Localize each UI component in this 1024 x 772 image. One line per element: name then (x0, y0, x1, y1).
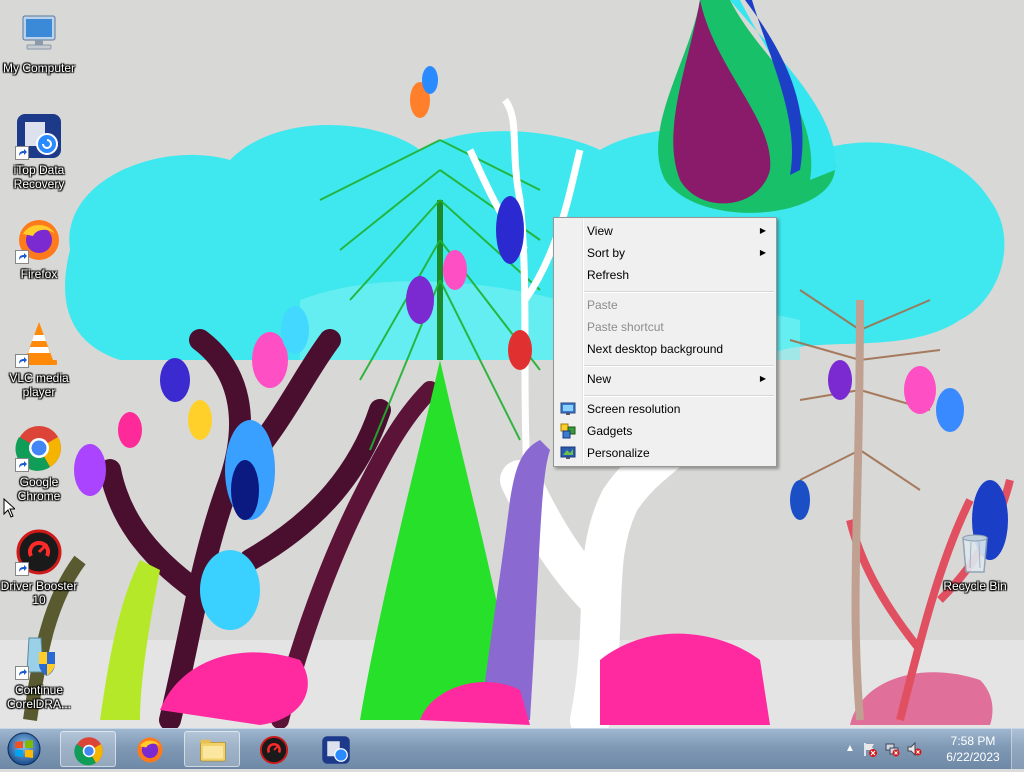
menu-item-label: Screen resolution (587, 402, 681, 416)
chrome-icon (15, 424, 63, 472)
driver-booster-icon (259, 735, 289, 765)
menu-item-label: Personalize (587, 446, 650, 460)
installer-shield-icon (15, 632, 63, 680)
network-disconnected-icon[interactable] (884, 741, 900, 757)
gadgets-icon (560, 423, 576, 439)
shortcut-arrow-icon (15, 666, 29, 680)
desktop-icon-label: Firefox (20, 267, 58, 281)
desktop-icon-itop-data-recovery[interactable]: iTop Data Recovery (0, 112, 78, 191)
personalize-icon (560, 446, 576, 459)
shortcut-arrow-icon (15, 458, 29, 472)
itop-data-recovery-icon (322, 736, 350, 764)
computer-icon (15, 10, 63, 58)
menu-separator (584, 395, 774, 397)
menu-item-paste[interactable]: Paste (556, 294, 774, 316)
desktop-icon-continue-coreldraw[interactable]: Continue CorelDRA... (0, 632, 78, 711)
taskbar: ▲ 7:58 PM 6/22/2023 (0, 728, 1024, 769)
menu-item-refresh[interactable]: Refresh (556, 264, 774, 286)
driver-booster-icon (15, 528, 63, 576)
windows-logo-icon (7, 732, 41, 766)
taskbar-file-explorer[interactable] (184, 731, 240, 767)
mouse-cursor-icon (3, 498, 15, 518)
clock-date: 6/22/2023 (946, 750, 1000, 764)
taskbar-clock[interactable]: 7:58 PM 6/22/2023 (938, 733, 1008, 765)
start-button[interactable] (4, 731, 44, 767)
menu-item-label: Paste shortcut (587, 320, 664, 334)
recycle-bin-icon (951, 528, 999, 576)
desktop-icon-vlc[interactable]: VLC media player (0, 320, 78, 399)
clock-time: 7:58 PM (950, 734, 996, 748)
desktop-icon-label: My Computer (2, 61, 76, 75)
vlc-cone-icon (15, 320, 63, 368)
menu-item-label: Next desktop background (587, 342, 724, 356)
menu-separator (584, 291, 774, 293)
volume-muted-icon[interactable] (906, 741, 922, 757)
desktop-icon-recycle-bin[interactable]: Recycle Bin (936, 528, 1014, 593)
menu-item-sort-by[interactable]: Sort by ▶ (556, 242, 774, 264)
menu-item-label: Refresh (587, 268, 630, 282)
chrome-icon (74, 737, 103, 766)
desktop-icon-driver-booster[interactable]: Driver Booster 10 (0, 528, 78, 607)
taskbar-itop-data-recovery[interactable] (308, 731, 364, 767)
shortcut-arrow-icon (15, 146, 29, 160)
action-center-flag-icon[interactable] (862, 741, 878, 757)
firefox-icon (15, 216, 63, 264)
menu-item-screen-resolution[interactable]: Screen resolution (556, 398, 774, 420)
menu-item-personalize[interactable]: Personalize (556, 442, 774, 464)
menu-item-paste-shortcut[interactable]: Paste shortcut (556, 316, 774, 338)
submenu-arrow-icon: ▶ (759, 226, 766, 235)
shortcut-arrow-icon (15, 562, 29, 576)
menu-item-gadgets[interactable]: Gadgets (556, 420, 774, 442)
file-explorer-icon (200, 739, 226, 762)
desktop-context-menu: View ▶ Sort by ▶ Refresh Paste Paste sho… (553, 217, 777, 467)
desktop-icon-label: iTop Data Recovery (13, 163, 65, 191)
desktop-icon-google-chrome[interactable]: Google Chrome (0, 424, 78, 503)
menu-item-label: View (587, 224, 613, 238)
menu-item-new[interactable]: New ▶ (556, 368, 774, 390)
menu-separator (584, 365, 774, 367)
menu-item-label: New (587, 372, 612, 386)
taskbar-firefox[interactable] (122, 731, 178, 767)
taskbar-driver-booster[interactable] (246, 731, 302, 767)
desktop-icon-label: VLC media player (9, 371, 69, 399)
desktop-icon-label: Continue CorelDRA... (6, 683, 71, 711)
desktop-icon-firefox[interactable]: Firefox (0, 216, 78, 281)
monitor-icon (560, 402, 576, 415)
taskbar-chrome[interactable] (60, 731, 116, 767)
shortcut-arrow-icon (15, 250, 29, 264)
menu-item-next-desktop-background[interactable]: Next desktop background (556, 338, 774, 360)
show-hidden-icons-chevron-icon[interactable]: ▲ (842, 741, 858, 757)
desktop-icon-label: Driver Booster 10 (0, 579, 78, 607)
menu-item-label: Paste (587, 298, 618, 312)
menu-item-label: Sort by (587, 246, 626, 260)
menu-item-view[interactable]: View ▶ (556, 220, 774, 242)
shortcut-arrow-icon (15, 354, 29, 368)
menu-item-label: Gadgets (587, 424, 633, 438)
desktop-icon-label: Recycle Bin (943, 579, 1007, 593)
show-desktop-button[interactable] (1011, 729, 1024, 769)
submenu-arrow-icon: ▶ (759, 248, 766, 257)
submenu-arrow-icon: ▶ (759, 374, 766, 383)
desktop-icon-my-computer[interactable]: My Computer (0, 10, 78, 75)
itop-data-recovery-icon (15, 112, 63, 160)
system-tray: ▲ 7:58 PM 6/22/2023 (834, 729, 1024, 769)
desktop-wallpaper (0, 0, 1024, 730)
firefox-icon (137, 737, 163, 763)
